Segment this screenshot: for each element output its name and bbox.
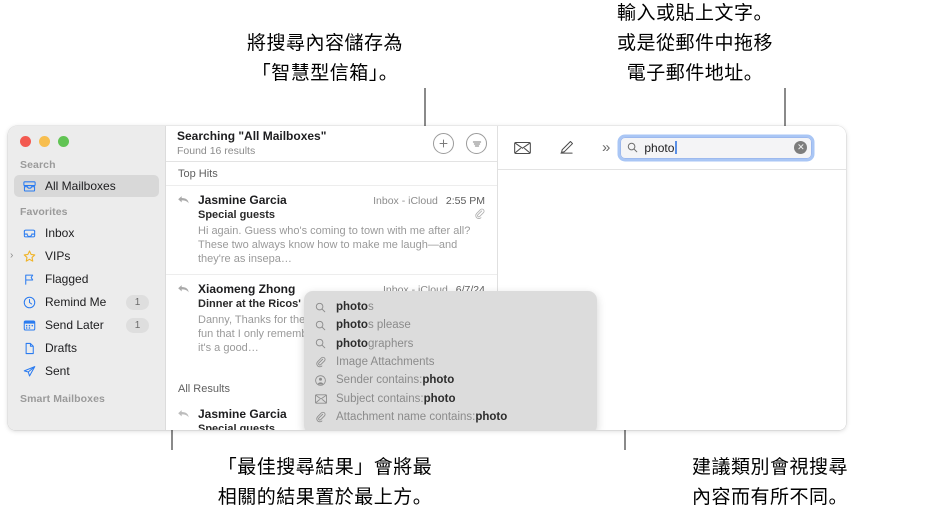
search-icon [315,320,330,331]
suggestion-label: Attachment name contains: [336,410,476,423]
sidebar-item-label: VIPs [45,249,71,263]
envelope-icon [315,394,330,404]
paperclip-icon [315,356,330,368]
suggestion-matched-text: photo [336,301,368,314]
filter-button[interactable] [466,133,487,155]
replied-icon [177,282,193,355]
message-subject: Special guests [198,209,276,222]
text-caret [675,140,677,154]
all-mailboxes-icon [20,179,38,194]
message-row[interactable]: Jasmine Garcia Inbox - iCloud 2:55 PM Sp… [166,186,497,276]
sidebar-item-label: Flagged [45,272,89,286]
unread-badge: 1 [126,317,149,333]
search-input-value: photo [644,140,794,155]
sidebar: Search All Mailboxes Favorites Inbox › V… [8,126,166,430]
zoom-window-button[interactable] [58,136,69,147]
annotation-top-hits: 「最佳搜尋結果」會將最 相關的結果置於最上方。 [217,456,433,508]
calendar-icon [20,318,38,333]
close-window-button[interactable] [20,136,31,147]
suggestion-completion-text: s please [367,319,411,332]
more-chevron-icon[interactable]: » [602,139,610,156]
annotation-type-or-paste: 輸入或貼上文字。 或是從郵件中拖移 電子郵件地址。 [616,2,773,84]
sidebar-item-label: Sent [45,364,70,378]
suggestion-query-term: photo [423,392,456,405]
message-sender: Jasmine Garcia [198,193,287,208]
suggestion-item[interactable]: photo graphers [304,335,597,353]
sidebar-item-label: Inbox [45,226,75,240]
search-suggestions-popover[interactable]: photo s photo s please photo graphers Image… [304,291,597,430]
suggestion-label: Subject contains: [336,392,424,405]
suggestion-item-image-attachments[interactable]: Image Attachments [304,353,597,371]
paperclip-icon [315,411,330,423]
document-icon [20,341,38,356]
clock-icon [20,295,38,310]
annotation-suggested-categories: 建議類別會視搜尋 內容而有所不同。 [691,456,848,508]
sidebar-item-vips[interactable]: › VIPs [10,245,159,267]
sidebar-item-sent[interactable]: Sent [14,360,159,382]
suggestion-query-term: photo [422,374,455,387]
sidebar-item-send-later[interactable]: Send Later 1 [14,314,159,336]
message-preview: Hi again. Guess who's coming to town wit… [198,225,471,266]
mail-window: Search All Mailboxes Favorites Inbox › V… [8,126,846,430]
suggestion-item-attachment-name-contains[interactable]: Attachment name contains: photo [304,408,597,426]
suggestion-completion-text: s [367,301,374,314]
searching-title: Searching "All Mailboxes" [177,129,327,144]
sidebar-item-flagged[interactable]: Flagged [14,268,159,290]
paper-plane-icon [20,364,38,379]
compose-icon[interactable] [559,140,574,155]
message-mailbox: Inbox - iCloud [373,195,438,208]
search-icon [315,338,330,349]
group-label-top-hits: Top Hits [166,162,497,187]
sidebar-item-label: All Mailboxes [45,179,116,193]
clear-search-button[interactable]: ✕ [794,141,808,154]
sidebar-item-label: Drafts [45,341,78,355]
found-results-count: Found 16 results [177,145,256,158]
unread-badge: 1 [126,294,149,310]
window-controls [20,136,69,147]
suggestion-item[interactable]: photo s please [304,316,597,334]
search-icon [315,302,330,313]
search-status: Searching "All Mailboxes" Found 16 resul… [177,129,421,158]
suggestion-item-subject-contains[interactable]: Subject contains: photo [304,389,597,407]
add-smart-mailbox-button[interactable] [433,133,454,155]
sidebar-item-label: Remind Me [45,295,107,309]
suggestion-label: Sender contains: [336,374,423,387]
search-text: photo [644,140,675,155]
suggestion-item-sender-contains[interactable]: Sender contains: photo [304,371,597,389]
sidebar-item-all-mailboxes[interactable]: All Mailboxes [14,175,159,197]
sidebar-section-favorites: Favorites [20,206,68,218]
replied-icon [177,407,193,430]
sidebar-section-smart-mailboxes: Smart Mailboxes [20,393,105,405]
message-date: 2:55 PM [445,195,485,208]
minimize-window-button[interactable] [39,136,50,147]
person-icon [315,375,330,386]
sidebar-item-drafts[interactable]: Drafts [14,337,159,359]
paperclip-icon [474,208,485,222]
suggestion-matched-text: photo [336,337,368,350]
search-input[interactable]: photo ✕ [620,136,813,159]
toolbar: » photo ✕ [498,126,846,170]
suggestion-query-term: photo [475,410,508,423]
annotation-save-smart-mailbox: 將搜尋內容儲存為 「智慧型信箱」。 [246,32,403,84]
message-list-header: Searching "All Mailboxes" Found 16 resul… [166,126,497,163]
suggestion-completion-text: graphers [367,337,414,350]
sidebar-item-remind-me[interactable]: Remind Me 1 [14,291,159,313]
replied-icon [177,193,193,266]
suggestion-label: Image Attachments [336,356,435,369]
message-body: Jasmine Garcia Inbox - iCloud 2:55 PM Sp… [198,193,485,266]
flag-icon [20,272,38,287]
suggestion-item[interactable]: photo s [304,298,597,316]
mail-icon[interactable] [514,141,531,155]
star-icon [20,249,38,264]
search-icon [627,142,638,153]
sidebar-section-search: Search [20,159,56,171]
chevron-right-icon[interactable]: › [10,251,19,261]
suggestion-matched-text: photo [336,319,368,332]
inbox-icon [20,226,38,241]
sidebar-item-inbox[interactable]: Inbox [14,222,159,244]
sidebar-item-label: Send Later [45,318,104,332]
